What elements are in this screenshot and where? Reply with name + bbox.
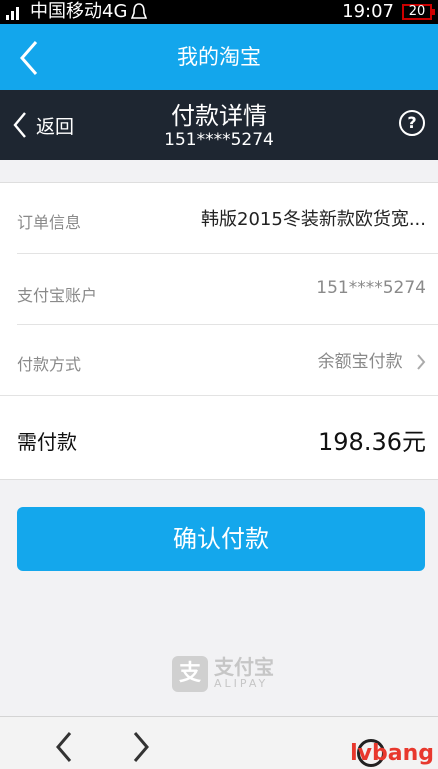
watermark: lvbang bbox=[350, 741, 434, 766]
carrier-label: 中国移动4G bbox=[30, 1, 128, 22]
alipay-logo: 支 支付宝 ALIPAY bbox=[172, 656, 274, 692]
total-label: 需付款 bbox=[17, 430, 77, 454]
total-row: 需付款 198.36元 bbox=[0, 396, 438, 478]
nav-forward-icon[interactable] bbox=[125, 729, 155, 765]
total-amount: 198.36元 bbox=[318, 428, 426, 456]
help-icon[interactable]: ? bbox=[399, 110, 425, 136]
app-header: 我的淘宝 bbox=[0, 24, 438, 90]
notification-icon bbox=[131, 3, 148, 19]
payment-details: 订单信息 韩版2015冬装新款欧货宽... 支付宝账户 151****5274 … bbox=[0, 182, 438, 480]
confirm-payment-button[interactable]: 确认付款 bbox=[17, 507, 425, 571]
payment-method-row[interactable]: 付款方式 余额宝付款 bbox=[0, 325, 438, 395]
alipay-sub: ALIPAY bbox=[214, 677, 269, 690]
payment-title: 付款详情 bbox=[171, 102, 267, 130]
chevron-right-icon bbox=[417, 354, 426, 370]
page-title: 我的淘宝 bbox=[177, 45, 261, 69]
nav-back-icon[interactable] bbox=[50, 729, 80, 765]
status-bar: 中国移动4G 19:07 20 bbox=[0, 0, 438, 24]
battery-level: 20 bbox=[408, 4, 426, 19]
alipay-name: 支付宝 bbox=[214, 655, 274, 679]
clock: 19:07 bbox=[342, 1, 394, 22]
order-info-row: 订单信息 韩版2015冬装新款欧货宽... bbox=[0, 183, 438, 253]
payment-method-value-wrap: 余额宝付款 bbox=[318, 347, 426, 372]
account-row: 支付宝账户 151****5274 bbox=[0, 254, 438, 324]
payment-header: 返回 付款详情 151****5274 ? bbox=[0, 90, 438, 160]
payment-account: 151****5274 bbox=[164, 130, 274, 150]
battery-icon: 20 bbox=[402, 4, 435, 20]
account-label: 支付宝账户 bbox=[17, 286, 98, 305]
account-value: 151****5274 bbox=[316, 278, 426, 298]
order-info-value: 韩版2015冬装新款欧货宽... bbox=[201, 209, 426, 230]
order-info-label: 订单信息 bbox=[17, 213, 82, 232]
payment-method-value: 余额宝付款 bbox=[317, 352, 403, 372]
payment-method-label: 付款方式 bbox=[17, 355, 82, 374]
signal-icon bbox=[6, 4, 24, 20]
alipay-mark-icon: 支 bbox=[172, 656, 208, 692]
